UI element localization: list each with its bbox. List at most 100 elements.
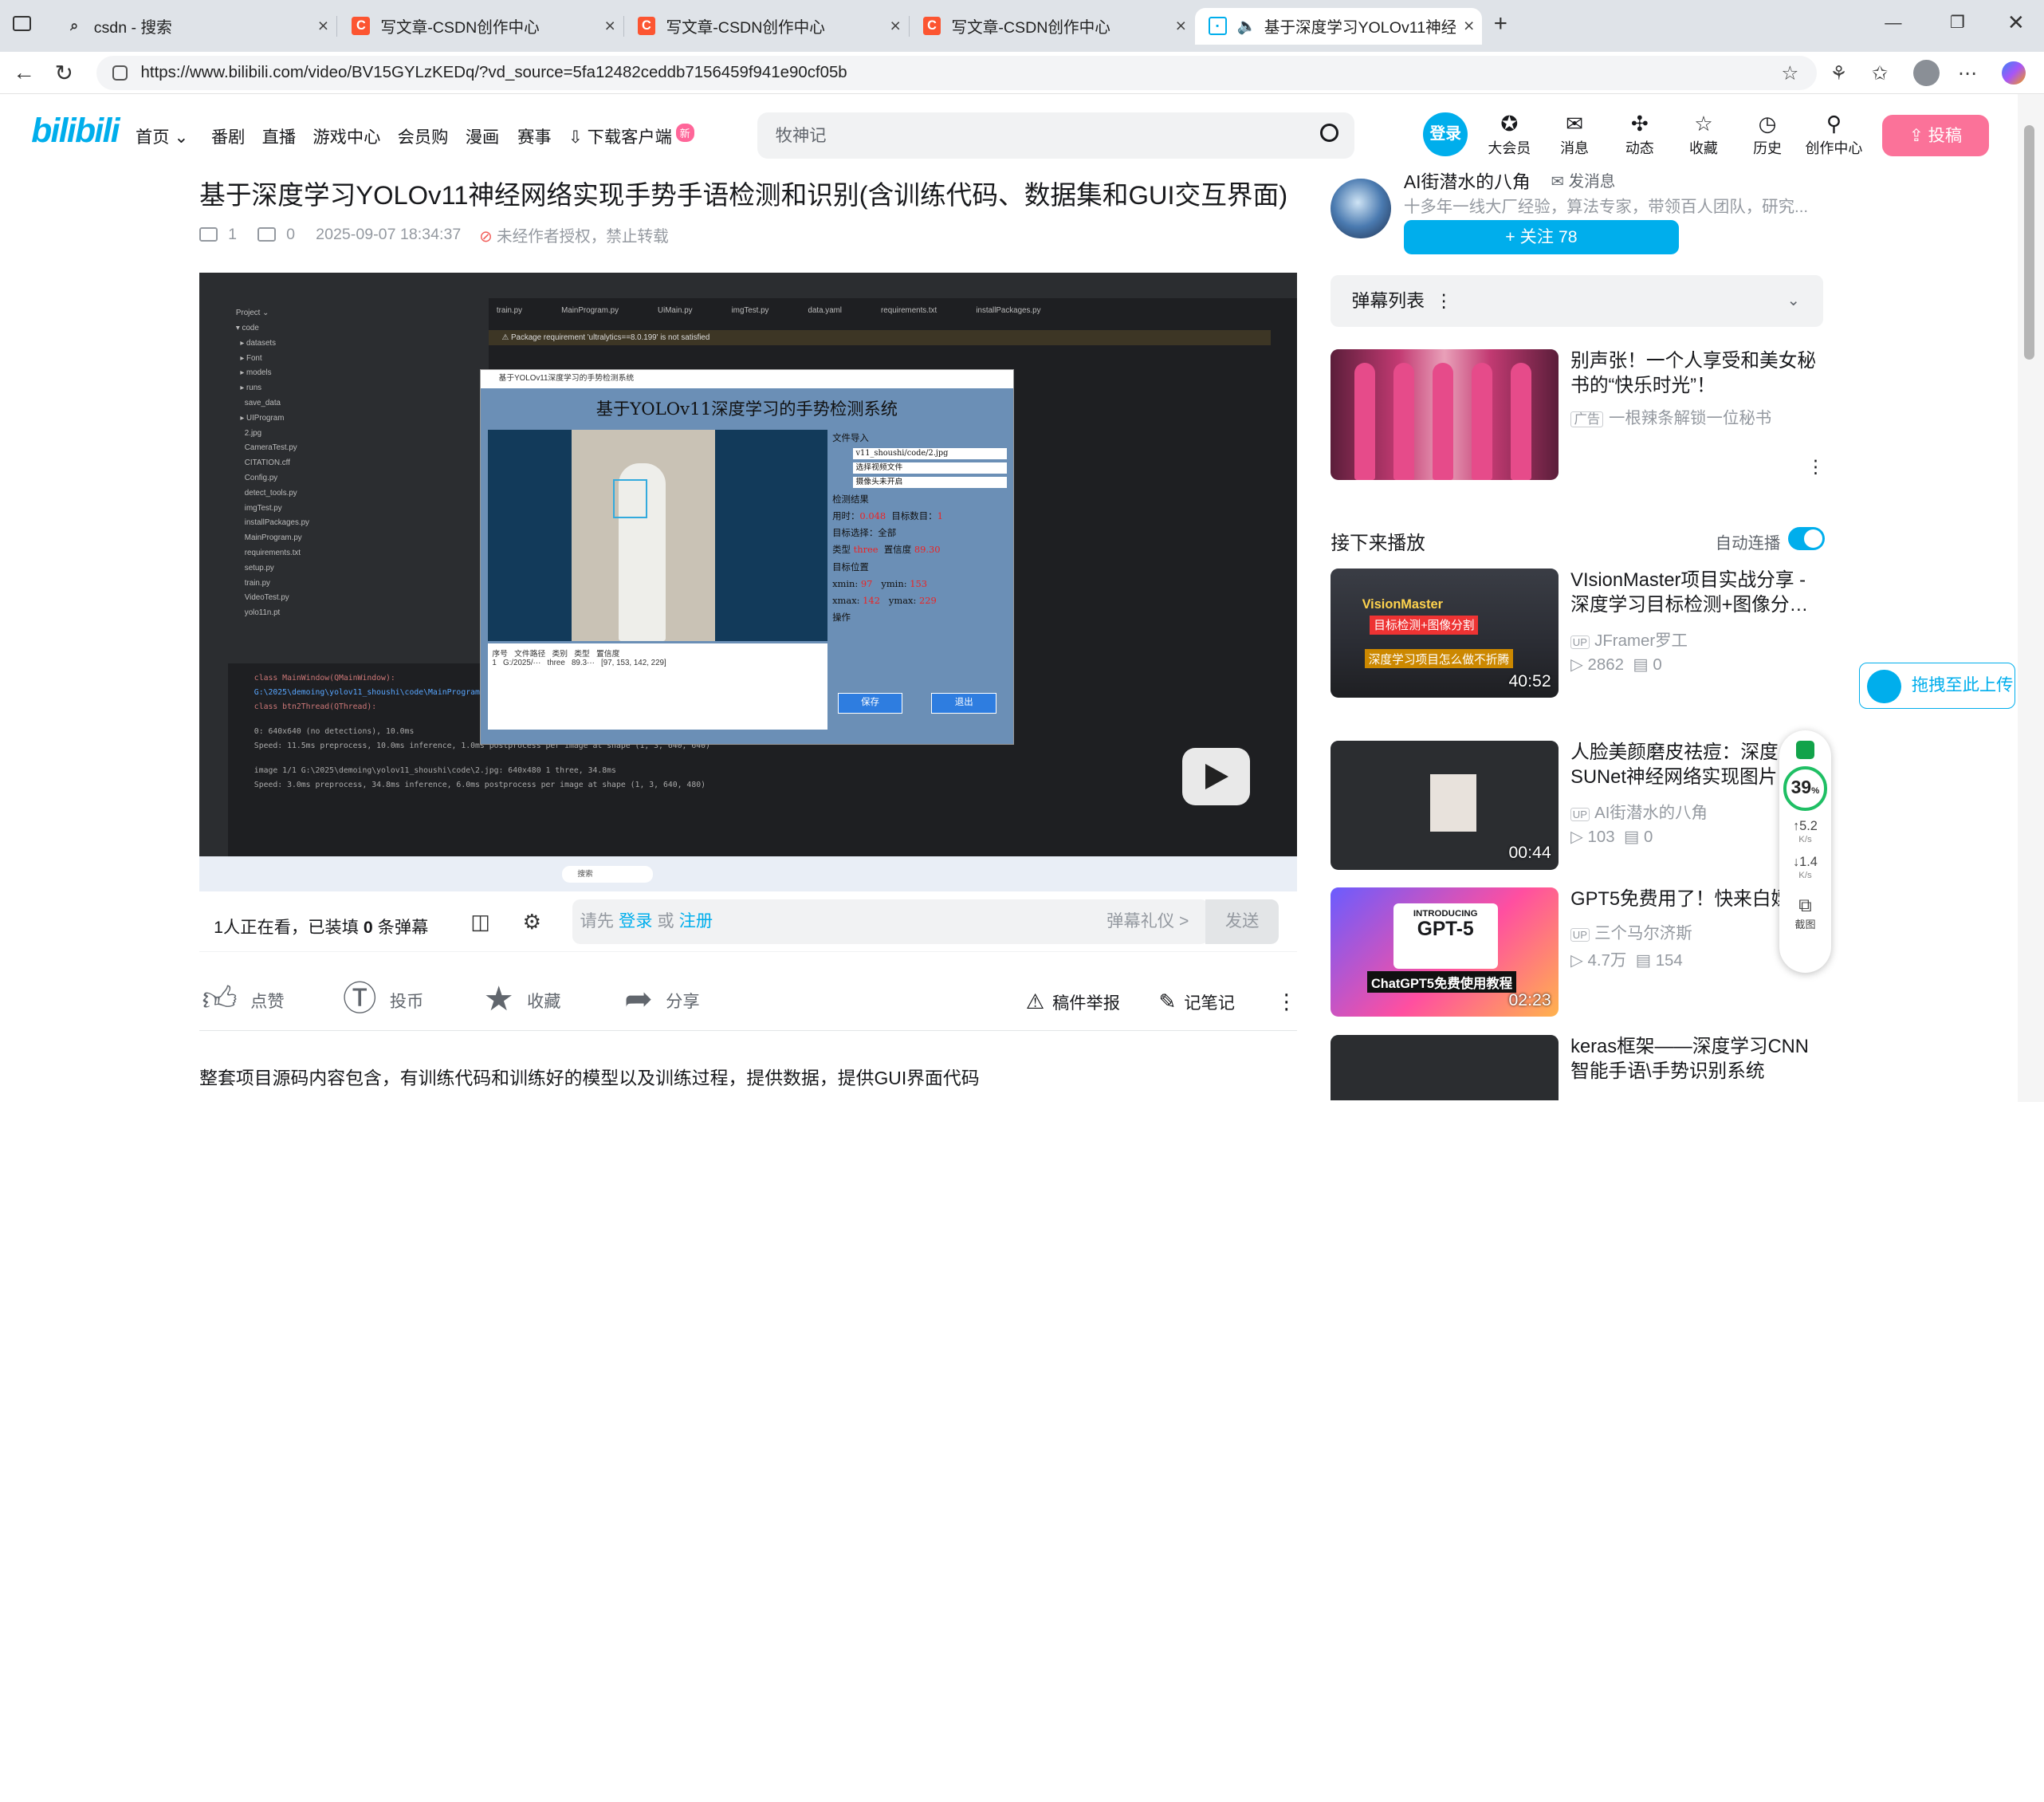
send-button[interactable]: 发送 <box>1205 899 1279 944</box>
csdn-icon: C <box>922 17 941 36</box>
favorite-button[interactable]: ☆ 收藏 <box>1677 111 1729 158</box>
bilibili-logo[interactable]: bilibili <box>31 112 120 151</box>
recommend-card[interactable]: INTRODUCING GPT-5 ChatGPT5免费使用教程 02:23 GP… <box>1331 887 1826 1018</box>
nav-home[interactable]: 首页 ⌄ <box>136 124 188 148</box>
danmaku-toggle-icon[interactable]: ◫ <box>470 910 490 934</box>
danmaku-count-icon <box>257 227 277 242</box>
no-repost-icon: ⊘ <box>479 227 493 246</box>
follow-button[interactable]: + 关注 78 <box>1403 220 1679 254</box>
coin-button[interactable]: Ⓣ 投币 <box>343 982 423 1018</box>
more-options-icon[interactable]: ⋮ <box>1276 990 1297 1014</box>
danmaku-list-panel[interactable]: 弹幕列表 ⋮ ⌄ <box>1331 274 1824 328</box>
nav-anime[interactable]: 番剧 <box>211 124 246 148</box>
recommend-card[interactable]: 00:44 人脸美颜磨皮祛痘：深度 SUNet神经网络实现图片 UP AI街潜水的… <box>1331 740 1826 871</box>
login-button[interactable]: 登录 <box>1423 112 1468 157</box>
upload-button[interactable]: ⇪ 投稿 <box>1881 114 1989 157</box>
ad-thumbnail[interactable] <box>1331 349 1559 480</box>
cloud-upload-icon <box>1867 669 1901 704</box>
register-link[interactable]: 注册 <box>679 911 713 931</box>
nav-esports[interactable]: 赛事 <box>517 124 552 148</box>
like-button[interactable]: 👍︎ 点赞 <box>202 982 284 1018</box>
close-tab-icon[interactable]: × <box>310 15 336 37</box>
dynamic-button[interactable]: ✣ 动态 <box>1614 111 1665 158</box>
recommend-thumbnail[interactable]: VisionMaster 目标检测+图像分割 深度学习项目怎么做不折腾 40:5… <box>1331 568 1559 698</box>
browser-tab[interactable]: C 写文章-CSDN创作中心 × <box>624 8 910 45</box>
nav-game[interactable]: 游戏中心 <box>312 124 380 148</box>
minimize-icon[interactable]: — <box>1885 13 1901 33</box>
autoplay-toggle[interactable] <box>1788 526 1825 550</box>
share-icon: ➦ <box>624 981 653 1019</box>
browser-tab[interactable]: C 写文章-CSDN创作中心 × <box>910 8 1193 45</box>
play-icon[interactable] <box>1181 748 1250 806</box>
message-icon: ✉ <box>1566 111 1584 136</box>
url-bar[interactable]: https://www.bilibili.com/video/BV15GYLzK… <box>96 56 1818 90</box>
history-button[interactable]: ◷ 历史 <box>1741 111 1793 158</box>
nav-live[interactable]: 直播 <box>262 124 297 148</box>
csdn-icon: C <box>637 17 656 36</box>
drag-upload-button[interactable]: 拖拽至此上传 <box>1858 662 2015 710</box>
close-tab-icon[interactable]: × <box>1456 15 1482 37</box>
download-icon: ⇩ <box>568 128 583 148</box>
page-scrollbar[interactable] <box>2017 93 2044 1102</box>
nav-download[interactable]: ⇩ 下载客户端新 <box>568 124 694 148</box>
bilibili-icon: ▪ <box>1208 17 1227 36</box>
network-speed-widget[interactable]: 39% ↑5.2 K/s ↓1.4 K/s ⧉ 截图 <box>1779 730 1832 973</box>
recommend-card[interactable]: VisionMaster 目标检测+图像分割 深度学习项目怎么做不折腾 40:5… <box>1331 568 1826 699</box>
danmaku-settings-icon[interactable]: ⚙ <box>523 910 541 934</box>
scrollbar-thumb[interactable] <box>2024 124 2035 360</box>
ad-title[interactable]: 别声张！一个人享受和美女秘书的“快乐时光”！ <box>1570 349 1826 399</box>
more-icon[interactable]: ⋯ <box>1958 61 1978 85</box>
chevron-down-icon: ⌄ <box>1787 291 1800 309</box>
ide-warning-bar: ⚠ Package requirement 'ultralytics==8.0.… <box>489 329 1272 346</box>
search-input[interactable]: 牧神记 <box>757 112 1354 159</box>
nav-manga[interactable]: 漫画 <box>466 124 500 148</box>
mail-icon: ✉ <box>1551 172 1565 191</box>
recommend-thumbnail[interactable]: 00:44 <box>1331 740 1559 870</box>
vip-button[interactable]: ✪ 大会员 <box>1484 111 1535 158</box>
refresh-icon[interactable]: ↻ <box>55 60 73 86</box>
browser-tab[interactable]: ⌕ csdn - 搜索 × <box>52 8 338 45</box>
tab-actions-icon[interactable] <box>13 15 32 32</box>
video-player[interactable]: Project ⌄ ▾ code ▸ datasets ▸ Font ▸ mode… <box>199 272 1297 892</box>
close-window-icon[interactable]: ✕ <box>2007 10 2025 35</box>
uploader-avatar[interactable] <box>1331 178 1391 239</box>
extensions-icon[interactable]: ⚘ <box>1830 61 1848 85</box>
favorite-star-icon[interactable]: ☆ <box>1781 61 1798 85</box>
profile-avatar[interactable] <box>1913 60 1940 86</box>
favorites-icon[interactable]: ✩ <box>1872 61 1889 85</box>
close-tab-icon[interactable]: × <box>1168 15 1194 37</box>
screenshot-button[interactable]: ⧉ 截图 <box>1779 895 1831 931</box>
send-message-link[interactable]: ✉ 发消息 <box>1551 168 1616 191</box>
favorite-icon: ☆ <box>1694 111 1713 136</box>
share-button[interactable]: ➦ 分享 <box>624 982 699 1018</box>
recommend-thumbnail[interactable] <box>1331 1035 1559 1100</box>
danmaku-send-bar: 1人正在看，已装填 0 条弹幕 ◫ ⚙ 请先 登录 或 注册 弹幕礼仪 > 发送 <box>199 891 1297 952</box>
ide-sidebar <box>199 298 229 872</box>
restore-icon[interactable]: ❐ <box>1950 13 1965 33</box>
login-link[interactable]: 登录 <box>619 911 653 931</box>
back-icon[interactable]: ← <box>13 60 35 85</box>
browser-tab[interactable]: C 写文章-CSDN创作中心 × <box>339 8 625 45</box>
notes-button[interactable]: ✎ 记笔记 <box>1159 990 1235 1014</box>
danmaku-etiquette-link[interactable]: 弹幕礼仪 > <box>1107 899 1189 944</box>
fav-button[interactable]: ★ 收藏 <box>484 982 561 1018</box>
creator-button[interactable]: ⚲ 创作中心 <box>1802 111 1867 158</box>
search-icon[interactable] <box>1320 124 1339 143</box>
close-tab-icon[interactable]: × <box>882 15 909 37</box>
report-button[interactable]: ⚠ 稿件举报 <box>1026 990 1120 1014</box>
ad-more-icon[interactable]: ⋮ <box>1806 456 1825 478</box>
recommend-thumbnail[interactable]: INTRODUCING GPT-5 ChatGPT5免费使用教程 02:23 <box>1331 887 1559 1017</box>
nav-shop[interactable]: 会员购 <box>398 124 449 148</box>
recommend-card[interactable]: keras框架——深度学习CNN智能手语\手势识别系统 <box>1331 1035 1826 1100</box>
copilot-icon[interactable] <box>2002 61 2026 85</box>
new-tab-icon[interactable]: + <box>1494 10 1507 37</box>
site-header: bilibili 首页 ⌄ 番剧 直播 游戏中心 会员购 漫画 赛事 ⇩ 下载客… <box>0 93 2018 170</box>
speaker-icon[interactable]: 🔈 <box>1237 17 1256 36</box>
browser-tab-active[interactable]: ▪ 🔈 基于深度学习YOLOv11神经网 × <box>1195 7 1482 45</box>
danmaku-input[interactable]: 请先 登录 或 注册 弹幕礼仪 > <box>572 899 1209 944</box>
message-button[interactable]: ✉ 消息 <box>1548 111 1600 158</box>
uploader-name[interactable]: AI街潜水的八角 <box>1404 167 1531 194</box>
close-tab-icon[interactable]: × <box>597 15 623 37</box>
site-info-icon[interactable] <box>112 65 128 81</box>
gui-save-button: 保存 <box>837 693 903 714</box>
